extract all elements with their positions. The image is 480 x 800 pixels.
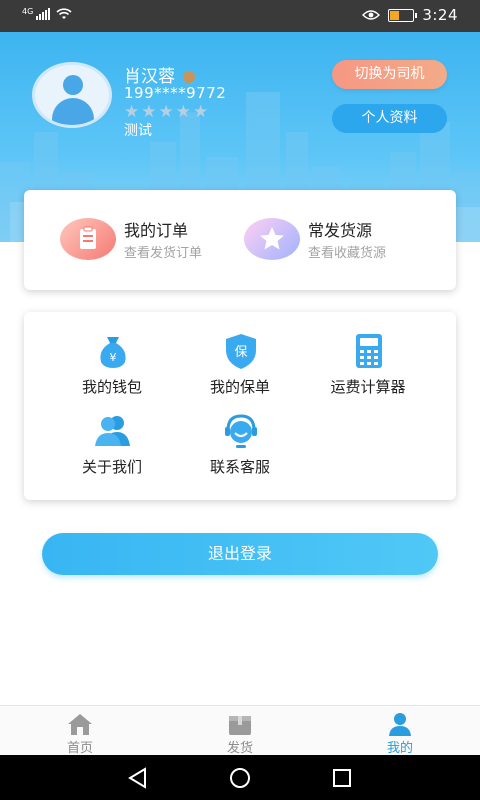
menu-item-insurance[interactable]: 保 我的保单 xyxy=(180,332,300,402)
menu-item-calculator[interactable]: 运费计算器 xyxy=(308,332,428,402)
wallet-icon: ¥ xyxy=(100,337,126,368)
tab-shipment-label: 发货 xyxy=(226,741,253,756)
tab-home-label: 首页 xyxy=(66,741,93,756)
star-icon xyxy=(244,218,300,260)
menu-item-customer-service[interactable]: 联系客服 xyxy=(180,412,300,482)
customer-service-icon xyxy=(225,414,257,448)
user-tag: 测试 xyxy=(124,123,152,139)
menu-item-label: 关于我们 xyxy=(81,458,142,476)
menu-item-wallet[interactable]: ¥ 我的钱包 xyxy=(52,332,172,402)
system-nav-bar xyxy=(0,755,480,800)
wifi-icon xyxy=(56,8,72,19)
menu-item-label: 运费计算器 xyxy=(330,378,406,396)
user-icon xyxy=(389,713,411,736)
quick-links-card: 我的订单 查看发货订单 常发货源 查看收藏货源 xyxy=(24,190,456,290)
clock: 3:24 xyxy=(422,6,458,24)
my-orders-title: 我的订单 xyxy=(124,221,189,240)
menu-item-label: 我的保单 xyxy=(209,378,270,396)
tab-shipment[interactable]: 发货 xyxy=(200,706,280,756)
status-right: 3:24 xyxy=(362,6,458,24)
insurance-shield-icon: 保 xyxy=(226,334,256,369)
logout-button[interactable]: 退出登录 xyxy=(42,533,438,575)
svg-text:¥: ¥ xyxy=(110,351,117,364)
verified-badge-icon xyxy=(183,71,195,83)
battery-icon xyxy=(388,8,418,22)
battery-fill xyxy=(390,10,399,20)
status-left: 4G xyxy=(22,8,72,20)
back-icon[interactable] xyxy=(126,766,150,790)
network-type: 4G xyxy=(22,7,34,16)
avatar-head xyxy=(63,75,83,95)
shipment-box-icon xyxy=(229,716,251,735)
rating-stars: ★★★★★ xyxy=(124,102,211,122)
user-phone: 199****9772 xyxy=(124,84,227,102)
menu-item-about[interactable]: 关于我们 xyxy=(52,412,172,482)
my-orders-subtitle: 查看发货订单 xyxy=(124,246,203,261)
tab-mine-label: 我的 xyxy=(386,741,413,756)
home-icon xyxy=(68,714,92,735)
svg-text:保: 保 xyxy=(234,345,247,360)
signal-icon xyxy=(36,8,51,20)
status-bar: 4G 3:24 xyxy=(0,0,480,32)
clipboard-glyph xyxy=(80,226,96,249)
avatar[interactable] xyxy=(32,62,112,128)
frequent-sources-title: 常发货源 xyxy=(308,221,373,240)
star-glyph xyxy=(260,227,284,250)
clipboard-icon xyxy=(60,218,116,260)
avatar-body xyxy=(52,98,94,125)
users-icon xyxy=(95,416,130,446)
bottom-tab-bar: 首页 发货 我的 xyxy=(0,705,480,756)
switch-to-driver-button[interactable]: 切换为司机 xyxy=(332,60,447,89)
recents-icon[interactable] xyxy=(330,766,354,790)
menu-grid-card: ¥ 我的钱包 保 我的保单 运费计算器 关于我们 联系客服 xyxy=(24,312,456,500)
profile-info-button[interactable]: 个人资料 xyxy=(332,104,447,133)
home-nav-icon[interactable] xyxy=(228,766,252,790)
eye-comfort-icon xyxy=(362,10,381,20)
tab-home[interactable]: 首页 xyxy=(40,706,120,756)
menu-item-label: 联系客服 xyxy=(209,458,270,476)
tab-mine[interactable]: 我的 xyxy=(360,706,440,756)
frequent-sources-subtitle: 查看收藏货源 xyxy=(308,246,387,261)
menu-item-label: 我的钱包 xyxy=(81,378,142,396)
calculator-icon xyxy=(356,334,382,368)
